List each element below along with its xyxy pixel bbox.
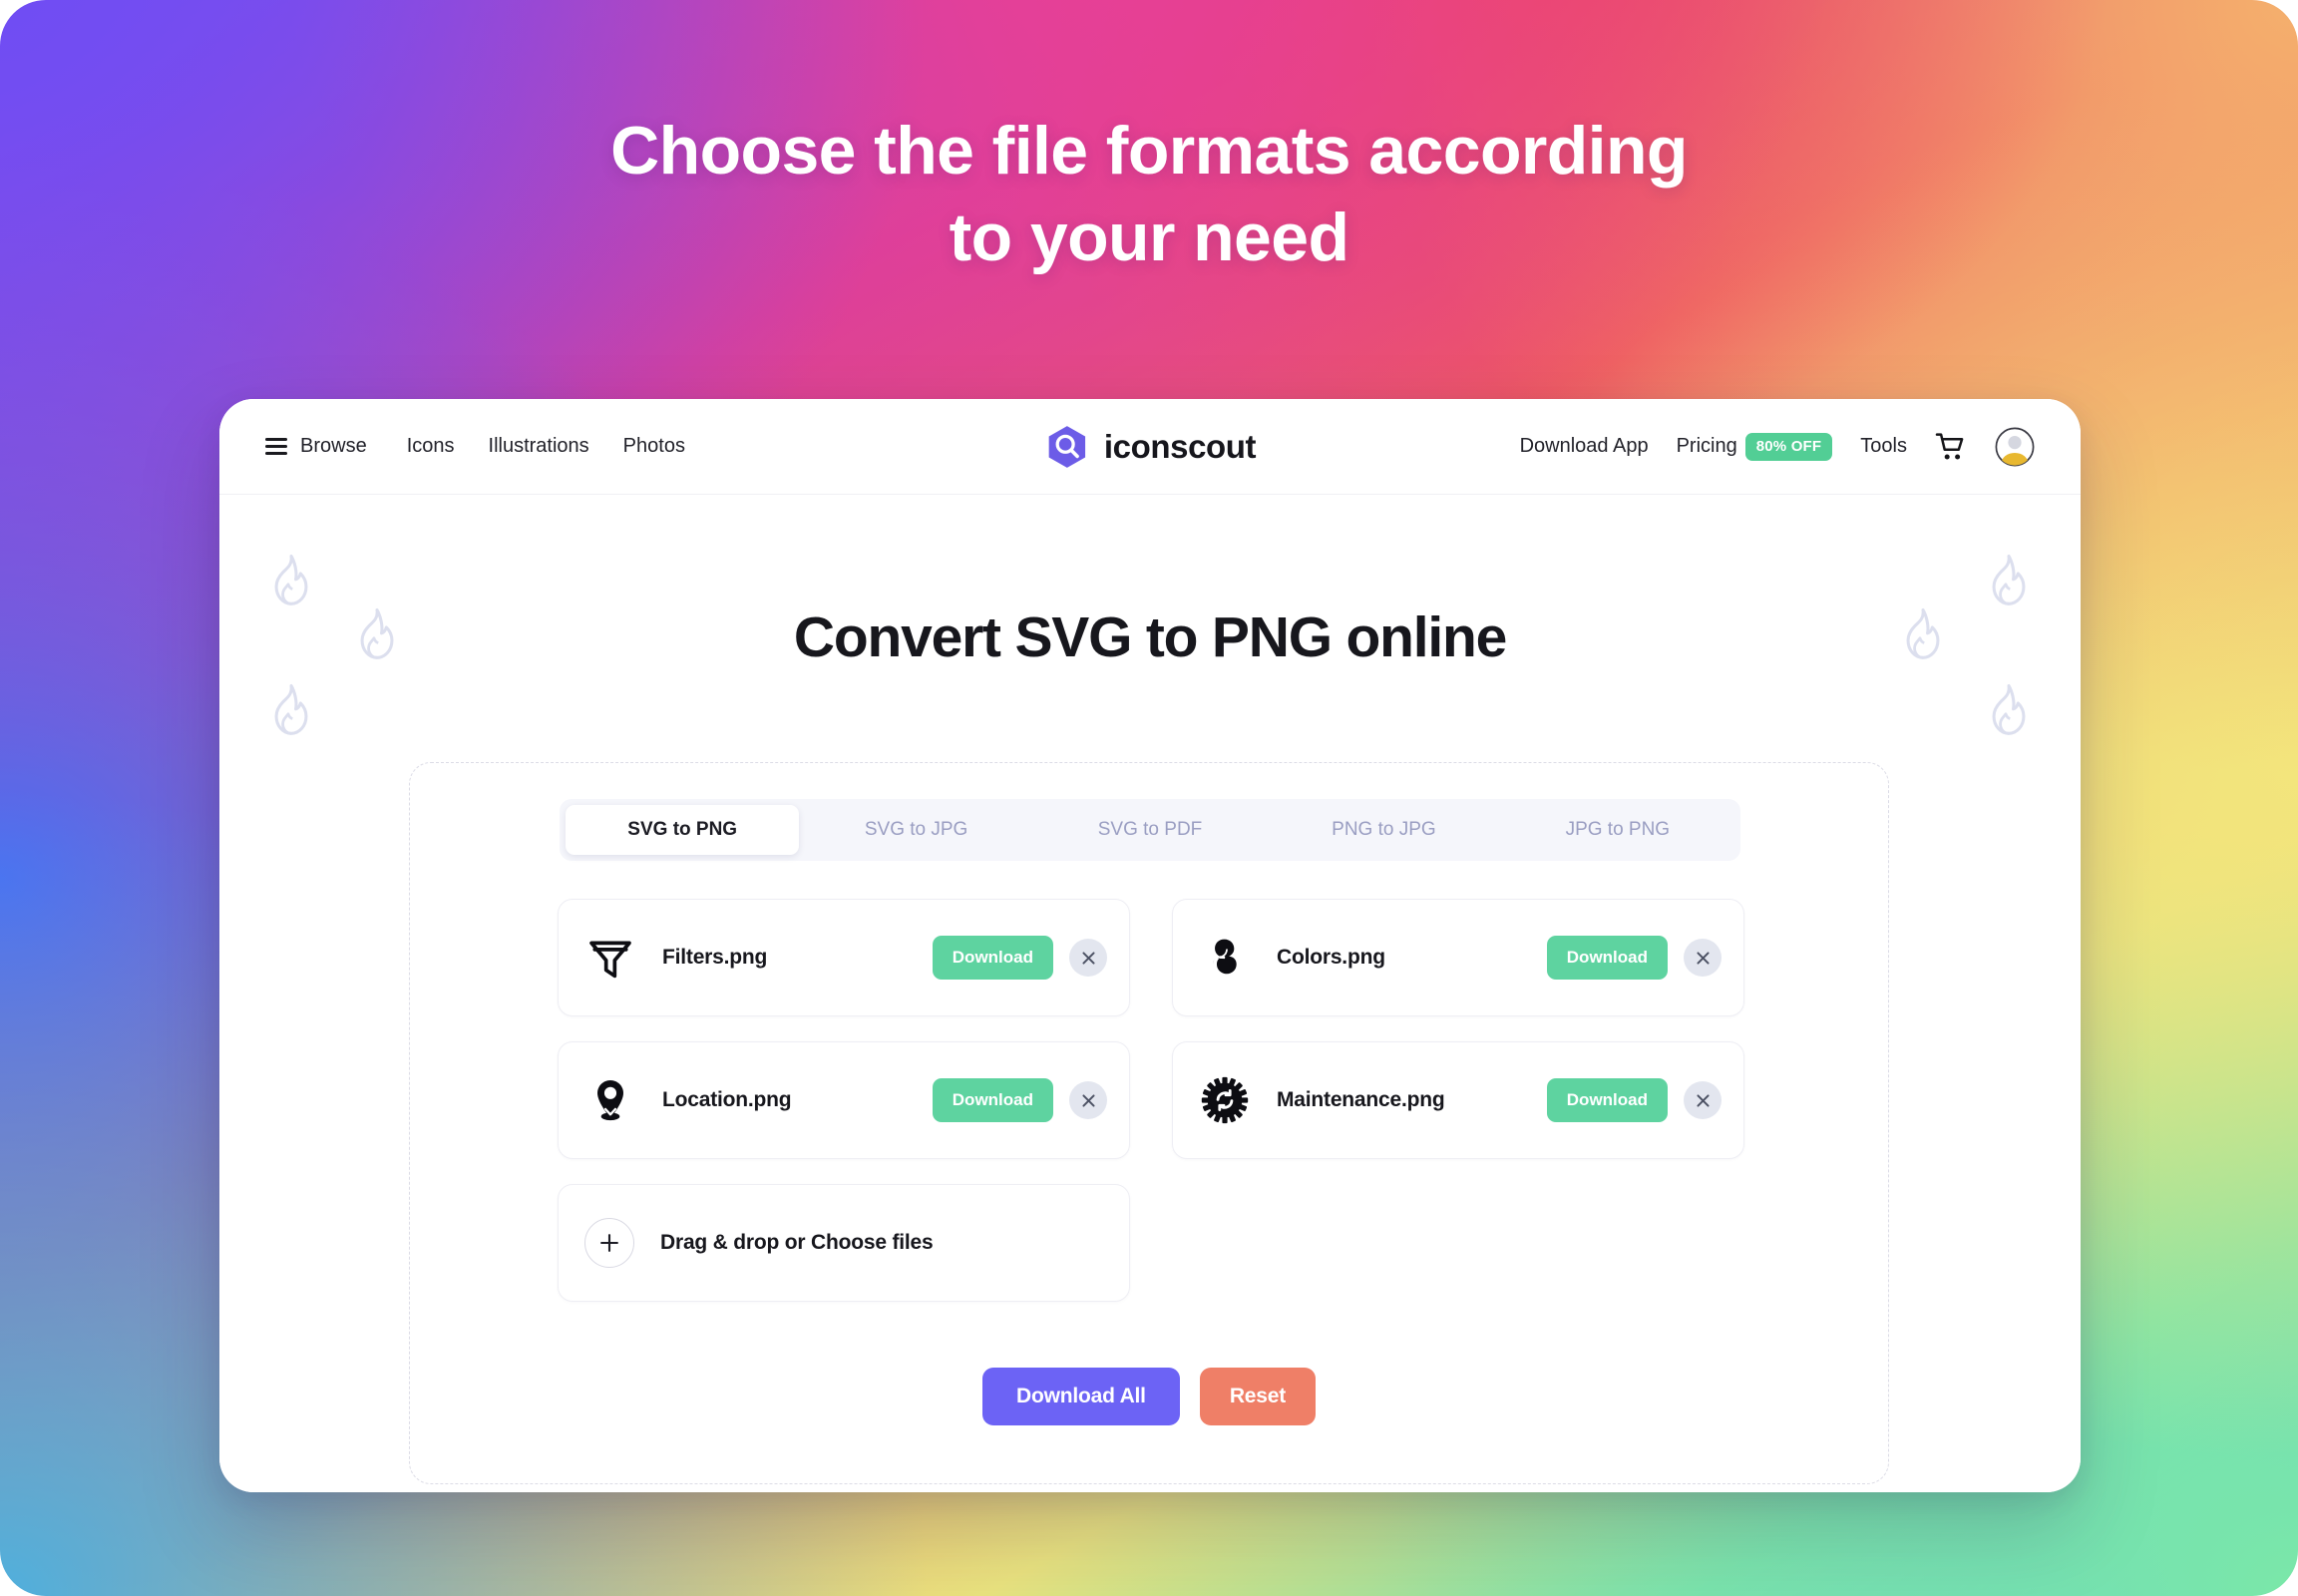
close-icon: [1081, 951, 1095, 965]
nav-item-photos[interactable]: Photos: [623, 435, 685, 458]
format-tabs: SVG to PNG SVG to JPG SVG to PDF PNG to …: [560, 799, 1740, 861]
row-actions: Download: [932, 936, 1107, 980]
download-button[interactable]: Download: [932, 1078, 1053, 1122]
page-body: Convert SVG to PNG online SVG to PNG SVG…: [219, 495, 2081, 1492]
tab-svg-to-png[interactable]: SVG to PNG: [566, 805, 800, 855]
nav-item-illustrations[interactable]: Illustrations: [489, 435, 589, 458]
hamburger-icon: [265, 438, 287, 455]
dropzone-label: Drag & drop or Choose files: [660, 1231, 934, 1254]
flame-icon: [1992, 554, 2026, 605]
browse-menu-button[interactable]: Browse: [265, 435, 367, 458]
flame-icon: [274, 683, 308, 735]
gear-refresh-maintenance-icon: [1201, 1076, 1249, 1124]
color-palette-blobs-icon: [1213, 939, 1237, 975]
remove-file-button[interactable]: [1069, 939, 1107, 977]
flame-icon: [274, 554, 308, 605]
remove-file-button[interactable]: [1684, 939, 1722, 977]
nav-item-tools[interactable]: Tools: [1860, 435, 1907, 458]
tab-svg-to-jpg[interactable]: SVG to JPG: [799, 805, 1032, 855]
browser-window: Browse Icons Illustrations Photos iconsc…: [219, 399, 2081, 1492]
hero-headline: Choose the file formats according to you…: [0, 108, 2298, 281]
remove-file-button[interactable]: [1069, 1081, 1107, 1119]
download-button[interactable]: Download: [1546, 936, 1668, 980]
top-navigation-bar: Browse Icons Illustrations Photos iconsc…: [219, 399, 2081, 495]
table-row: Filters.png Download: [558, 899, 1130, 1016]
page-title: Convert SVG to PNG online: [793, 605, 1507, 669]
tab-jpg-to-png[interactable]: JPG to PNG: [1501, 805, 1734, 855]
file-name: Location.png: [662, 1088, 792, 1111]
table-row: Location.png Download: [558, 1041, 1130, 1159]
headline-line-2: to your need: [949, 200, 1349, 276]
file-name: Maintenance.png: [1277, 1088, 1445, 1111]
close-icon: [1696, 951, 1710, 965]
user-avatar-icon[interactable]: [1995, 427, 2035, 467]
nav-item-download-app[interactable]: Download App: [1520, 435, 1649, 458]
table-row: Maintenance.png Download: [1172, 1041, 1744, 1159]
file-name: Filters.png: [662, 946, 768, 969]
nav-left-group: Browse Icons Illustrations Photos: [265, 435, 685, 458]
close-icon: [1081, 1093, 1095, 1107]
map-pin-location-icon: [597, 1079, 623, 1121]
file-list: Filters.png Download Colors.png Download…: [558, 899, 1744, 1302]
headline-line-1: Choose the file formats according: [610, 113, 1688, 189]
iconscout-hexagon-search-logo-icon: [1048, 425, 1086, 468]
row-actions: Download: [1546, 1078, 1722, 1122]
plus-icon: [584, 1218, 634, 1268]
nav-links: Icons Illustrations Photos: [407, 435, 685, 458]
pricing-label: Pricing: [1676, 435, 1737, 457]
tab-png-to-jpg[interactable]: PNG to JPG: [1267, 805, 1500, 855]
shopping-cart-icon[interactable]: [1935, 431, 1967, 463]
funnel-filter-icon: [589, 941, 631, 979]
row-actions: Download: [932, 1078, 1107, 1122]
iconscout-logo[interactable]: iconscout: [1044, 424, 1257, 470]
flame-icon: [1992, 683, 2026, 735]
panel-actions: Download All Reset: [410, 1368, 1888, 1425]
converter-panel: SVG to PNG SVG to JPG SVG to PDF PNG to …: [409, 762, 1889, 1484]
reset-button[interactable]: Reset: [1199, 1368, 1317, 1425]
download-all-button[interactable]: Download All: [981, 1368, 1180, 1425]
download-button[interactable]: Download: [932, 936, 1053, 980]
remove-file-button[interactable]: [1684, 1081, 1722, 1119]
table-row: Colors.png Download: [1172, 899, 1744, 1016]
poster-stage: Choose the file formats according to you…: [0, 0, 2298, 1596]
file-name: Colors.png: [1277, 946, 1385, 969]
nav-right-group: Download App Pricing 80% OFF Tools: [1520, 427, 2035, 467]
offer-badge: 80% OFF: [1744, 432, 1833, 461]
dropzone-choose-files[interactable]: Drag & drop or Choose files: [558, 1184, 1130, 1302]
nav-item-icons[interactable]: Icons: [407, 435, 455, 458]
row-actions: Download: [1546, 936, 1722, 980]
download-button[interactable]: Download: [1546, 1078, 1668, 1122]
browse-label: Browse: [300, 435, 367, 457]
tab-svg-to-pdf[interactable]: SVG to PDF: [1033, 805, 1267, 855]
nav-item-pricing[interactable]: Pricing 80% OFF: [1676, 432, 1833, 461]
close-icon: [1696, 1093, 1710, 1107]
logo-wordmark: iconscout: [1103, 427, 1257, 465]
